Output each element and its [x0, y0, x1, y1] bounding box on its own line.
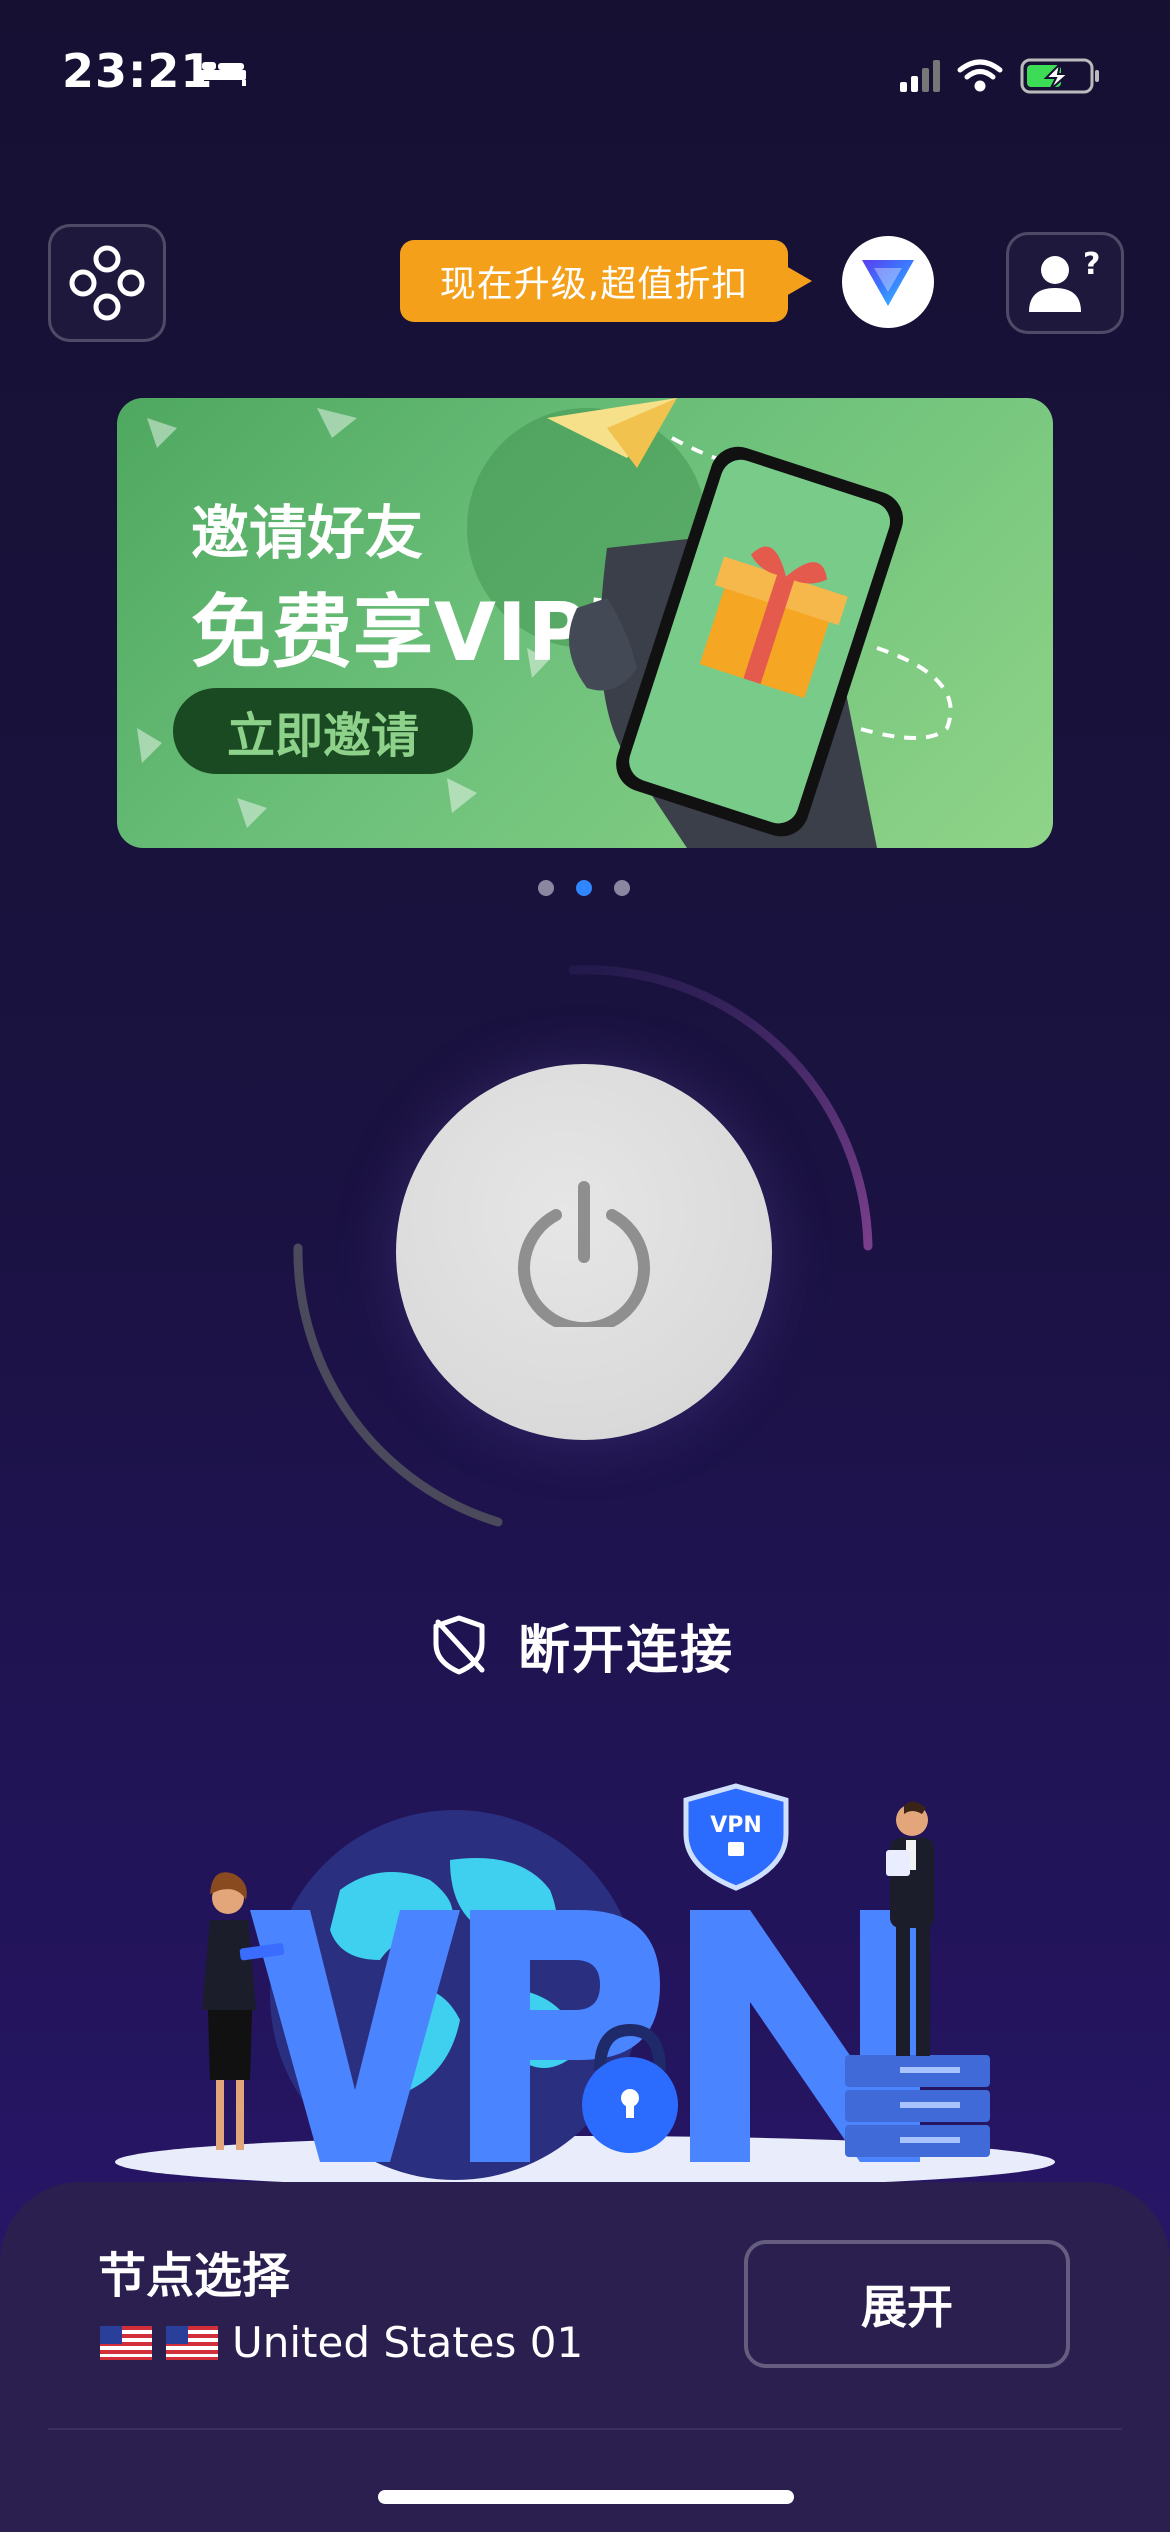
- power-icon: [518, 1181, 650, 1327]
- panel-divider: [48, 2428, 1122, 2430]
- invite-now-button[interactable]: 立即邀请: [173, 688, 473, 774]
- carousel-dot[interactable]: [614, 880, 630, 896]
- node-selection-title: 节点选择: [98, 2248, 291, 2304]
- bed-icon: [200, 62, 246, 86]
- us-flag-icon: [100, 2325, 152, 2360]
- shield-off-icon: [433, 1615, 485, 1675]
- user-help-icon: ?: [1029, 248, 1100, 312]
- carousel-dot[interactable]: [538, 880, 554, 896]
- selected-node[interactable]: United States 01: [100, 2318, 583, 2367]
- battery-charging-icon: [1020, 58, 1099, 94]
- status-indicators: [900, 58, 1099, 94]
- expand-nodes-button[interactable]: 展开: [744, 2240, 1070, 2368]
- svg-text:?: ?: [1083, 248, 1100, 282]
- promo-banner[interactable]: 邀请好友 免费享VIP特权 立即邀请: [117, 398, 1053, 848]
- us-flag-icon: [166, 2325, 218, 2360]
- vpn-shield-text: VPN: [710, 1813, 762, 1838]
- home-indicator[interactable]: [378, 2490, 794, 2504]
- selected-node-name: United States 01: [232, 2318, 584, 2367]
- four-circles-menu-icon: [69, 245, 145, 321]
- premium-v-logo-icon[interactable]: [842, 236, 934, 328]
- vpn-illustration: VPN: [115, 1783, 1055, 2188]
- carousel-indicator: [538, 880, 632, 898]
- profile-help-button[interactable]: ?: [1006, 232, 1124, 334]
- gift-phone-illustration: [547, 398, 953, 848]
- status-time: 23:21: [62, 44, 214, 98]
- connection-status: 断开连接: [430, 1610, 735, 1681]
- banner-headline: 邀请好友: [191, 499, 424, 567]
- carousel-dot-active[interactable]: [576, 880, 592, 896]
- upgrade-banner-button[interactable]: 现在升级,超值折扣: [400, 240, 788, 322]
- server-rack: [845, 2055, 990, 2157]
- vpn-shield: VPN: [683, 1783, 789, 1891]
- connection-status-text: 断开连接: [518, 1620, 735, 1681]
- upgrade-bubble-tail: [786, 266, 812, 296]
- connect-power-button[interactable]: [396, 1064, 772, 1440]
- menu-button[interactable]: [48, 224, 166, 342]
- cellular-signal-icon: [900, 60, 940, 92]
- wifi-icon: [957, 59, 1003, 92]
